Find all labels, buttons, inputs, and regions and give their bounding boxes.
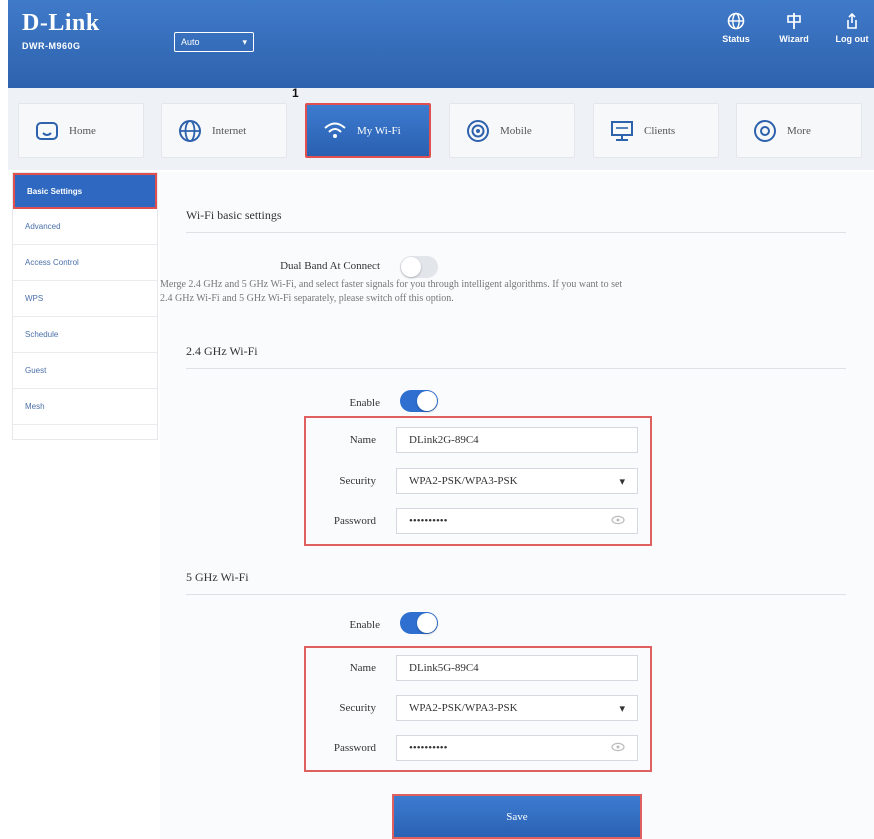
divider [186, 594, 846, 595]
save-highlight: Save [392, 794, 642, 839]
band24-enable-toggle[interactable] [400, 390, 438, 412]
divider [186, 368, 846, 369]
band24-enable-label: Enable [349, 397, 380, 409]
chevron-down-icon: ▾ [619, 702, 625, 715]
band5-name-value: DLink5G-89C4 [409, 662, 479, 674]
status-button[interactable]: Status [714, 12, 758, 44]
eye-icon[interactable] [611, 515, 625, 528]
logout-icon [847, 12, 857, 29]
band24-password-label: Password [333, 515, 376, 527]
signal-icon [464, 117, 492, 145]
divider [186, 232, 846, 233]
band5-password-label: Password [333, 742, 376, 754]
globe-icon [176, 117, 204, 145]
main-tabs: Home Internet My Wi-Fi Mobile Clients Mo… [8, 88, 874, 170]
band24-name-value: DLink2G-89C4 [409, 434, 479, 446]
step-marker: 1 [292, 86, 299, 100]
dual-band-description: Merge 2.4 GHz and 5 GHz Wi-Fi, and selec… [160, 279, 623, 304]
band5-security-label: Security [339, 702, 376, 714]
dual-band-toggle[interactable] [400, 256, 438, 278]
band24-password-value: •••••••••• [409, 515, 448, 527]
save-button[interactable]: Save [394, 796, 640, 837]
sidebar-item-basic-settings[interactable]: Basic Settings [13, 173, 157, 209]
wizard-icon [787, 13, 801, 29]
dual-band-label: Dual Band At Connect [280, 260, 380, 272]
wifi-icon [321, 117, 349, 145]
logo: D-Link DWR-M960G [22, 10, 100, 51]
more-icon [751, 117, 779, 145]
band24-security-value: WPA2-PSK/WPA3-PSK [409, 475, 518, 487]
band5-name-input[interactable]: DLink5G-89C4 [396, 655, 638, 681]
band5-password-value: •••••••••• [409, 742, 448, 754]
band24-security-select[interactable]: WPA2-PSK/WPA3-PSK ▾ [396, 468, 638, 494]
band5-name-label: Name [349, 662, 376, 674]
brand-name: D-Link [22, 10, 100, 36]
band5-enable-toggle[interactable] [400, 612, 438, 634]
home-icon [33, 117, 61, 145]
globe-icon [727, 12, 745, 30]
tab-label: My Wi-Fi [357, 124, 401, 137]
band5-enable-label: Enable [349, 619, 380, 631]
chevron-down-icon: ▾ [619, 475, 625, 488]
tab-more[interactable]: More [736, 103, 862, 158]
tab-mobile[interactable]: Mobile [449, 103, 575, 158]
tab-label: More [787, 124, 811, 137]
sidebar-item-mesh[interactable]: Mesh [13, 389, 157, 425]
tab-label: Home [69, 124, 96, 137]
page-title: Wi-Fi basic settings [186, 208, 282, 222]
band24-security-label: Security [339, 475, 376, 487]
sidebar: Basic Settings Advanced Access Control W… [12, 172, 158, 440]
tab-clients[interactable]: Clients [593, 103, 719, 158]
sidebar-item-advanced[interactable]: Advanced [13, 209, 157, 245]
tab-internet[interactable]: Internet [161, 103, 287, 158]
band5-security-select[interactable]: WPA2-PSK/WPA3-PSK ▾ [396, 695, 638, 721]
band24-title: 2.4 GHz Wi-Fi [186, 344, 258, 358]
band5-password-input[interactable]: •••••••••• [396, 735, 638, 761]
sidebar-item-wps[interactable]: WPS [13, 281, 157, 317]
sidebar-item-guest[interactable]: Guest [13, 353, 157, 389]
logout-button[interactable]: Log out [830, 12, 874, 44]
monitor-icon [608, 117, 636, 145]
band24-name-input[interactable]: DLink2G-89C4 [396, 427, 638, 453]
language-value: Auto [181, 37, 200, 47]
logout-label: Log out [835, 34, 869, 44]
chevron-down-icon: ▾ [242, 36, 247, 47]
tab-label: Clients [644, 124, 676, 137]
band24-password-input[interactable]: •••••••••• [396, 508, 638, 534]
wizard-label: Wizard [779, 34, 809, 44]
sidebar-item-schedule[interactable]: Schedule [13, 317, 157, 353]
tab-label: Internet [212, 124, 247, 137]
tab-my-wifi[interactable]: My Wi-Fi [305, 103, 431, 158]
tab-label: Mobile [500, 124, 532, 137]
eye-icon[interactable] [611, 742, 625, 755]
band24-name-label: Name [349, 434, 376, 446]
language-select[interactable]: Auto ▾ [174, 32, 254, 52]
wizard-button[interactable]: Wizard [772, 12, 816, 44]
top-header: D-Link DWR-M960G Auto ▾ Status Wizard Lo… [8, 0, 874, 88]
tab-home[interactable]: Home [18, 103, 144, 158]
band5-security-value: WPA2-PSK/WPA3-PSK [409, 702, 518, 714]
band5-title: 5 GHz Wi-Fi [186, 570, 249, 584]
model-name: DWR-M960G [22, 41, 81, 51]
status-label: Status [722, 34, 750, 44]
main-panel: Wi-Fi basic settings Dual Band At Connec… [160, 172, 874, 839]
sidebar-item-access-control[interactable]: Access Control [13, 245, 157, 281]
